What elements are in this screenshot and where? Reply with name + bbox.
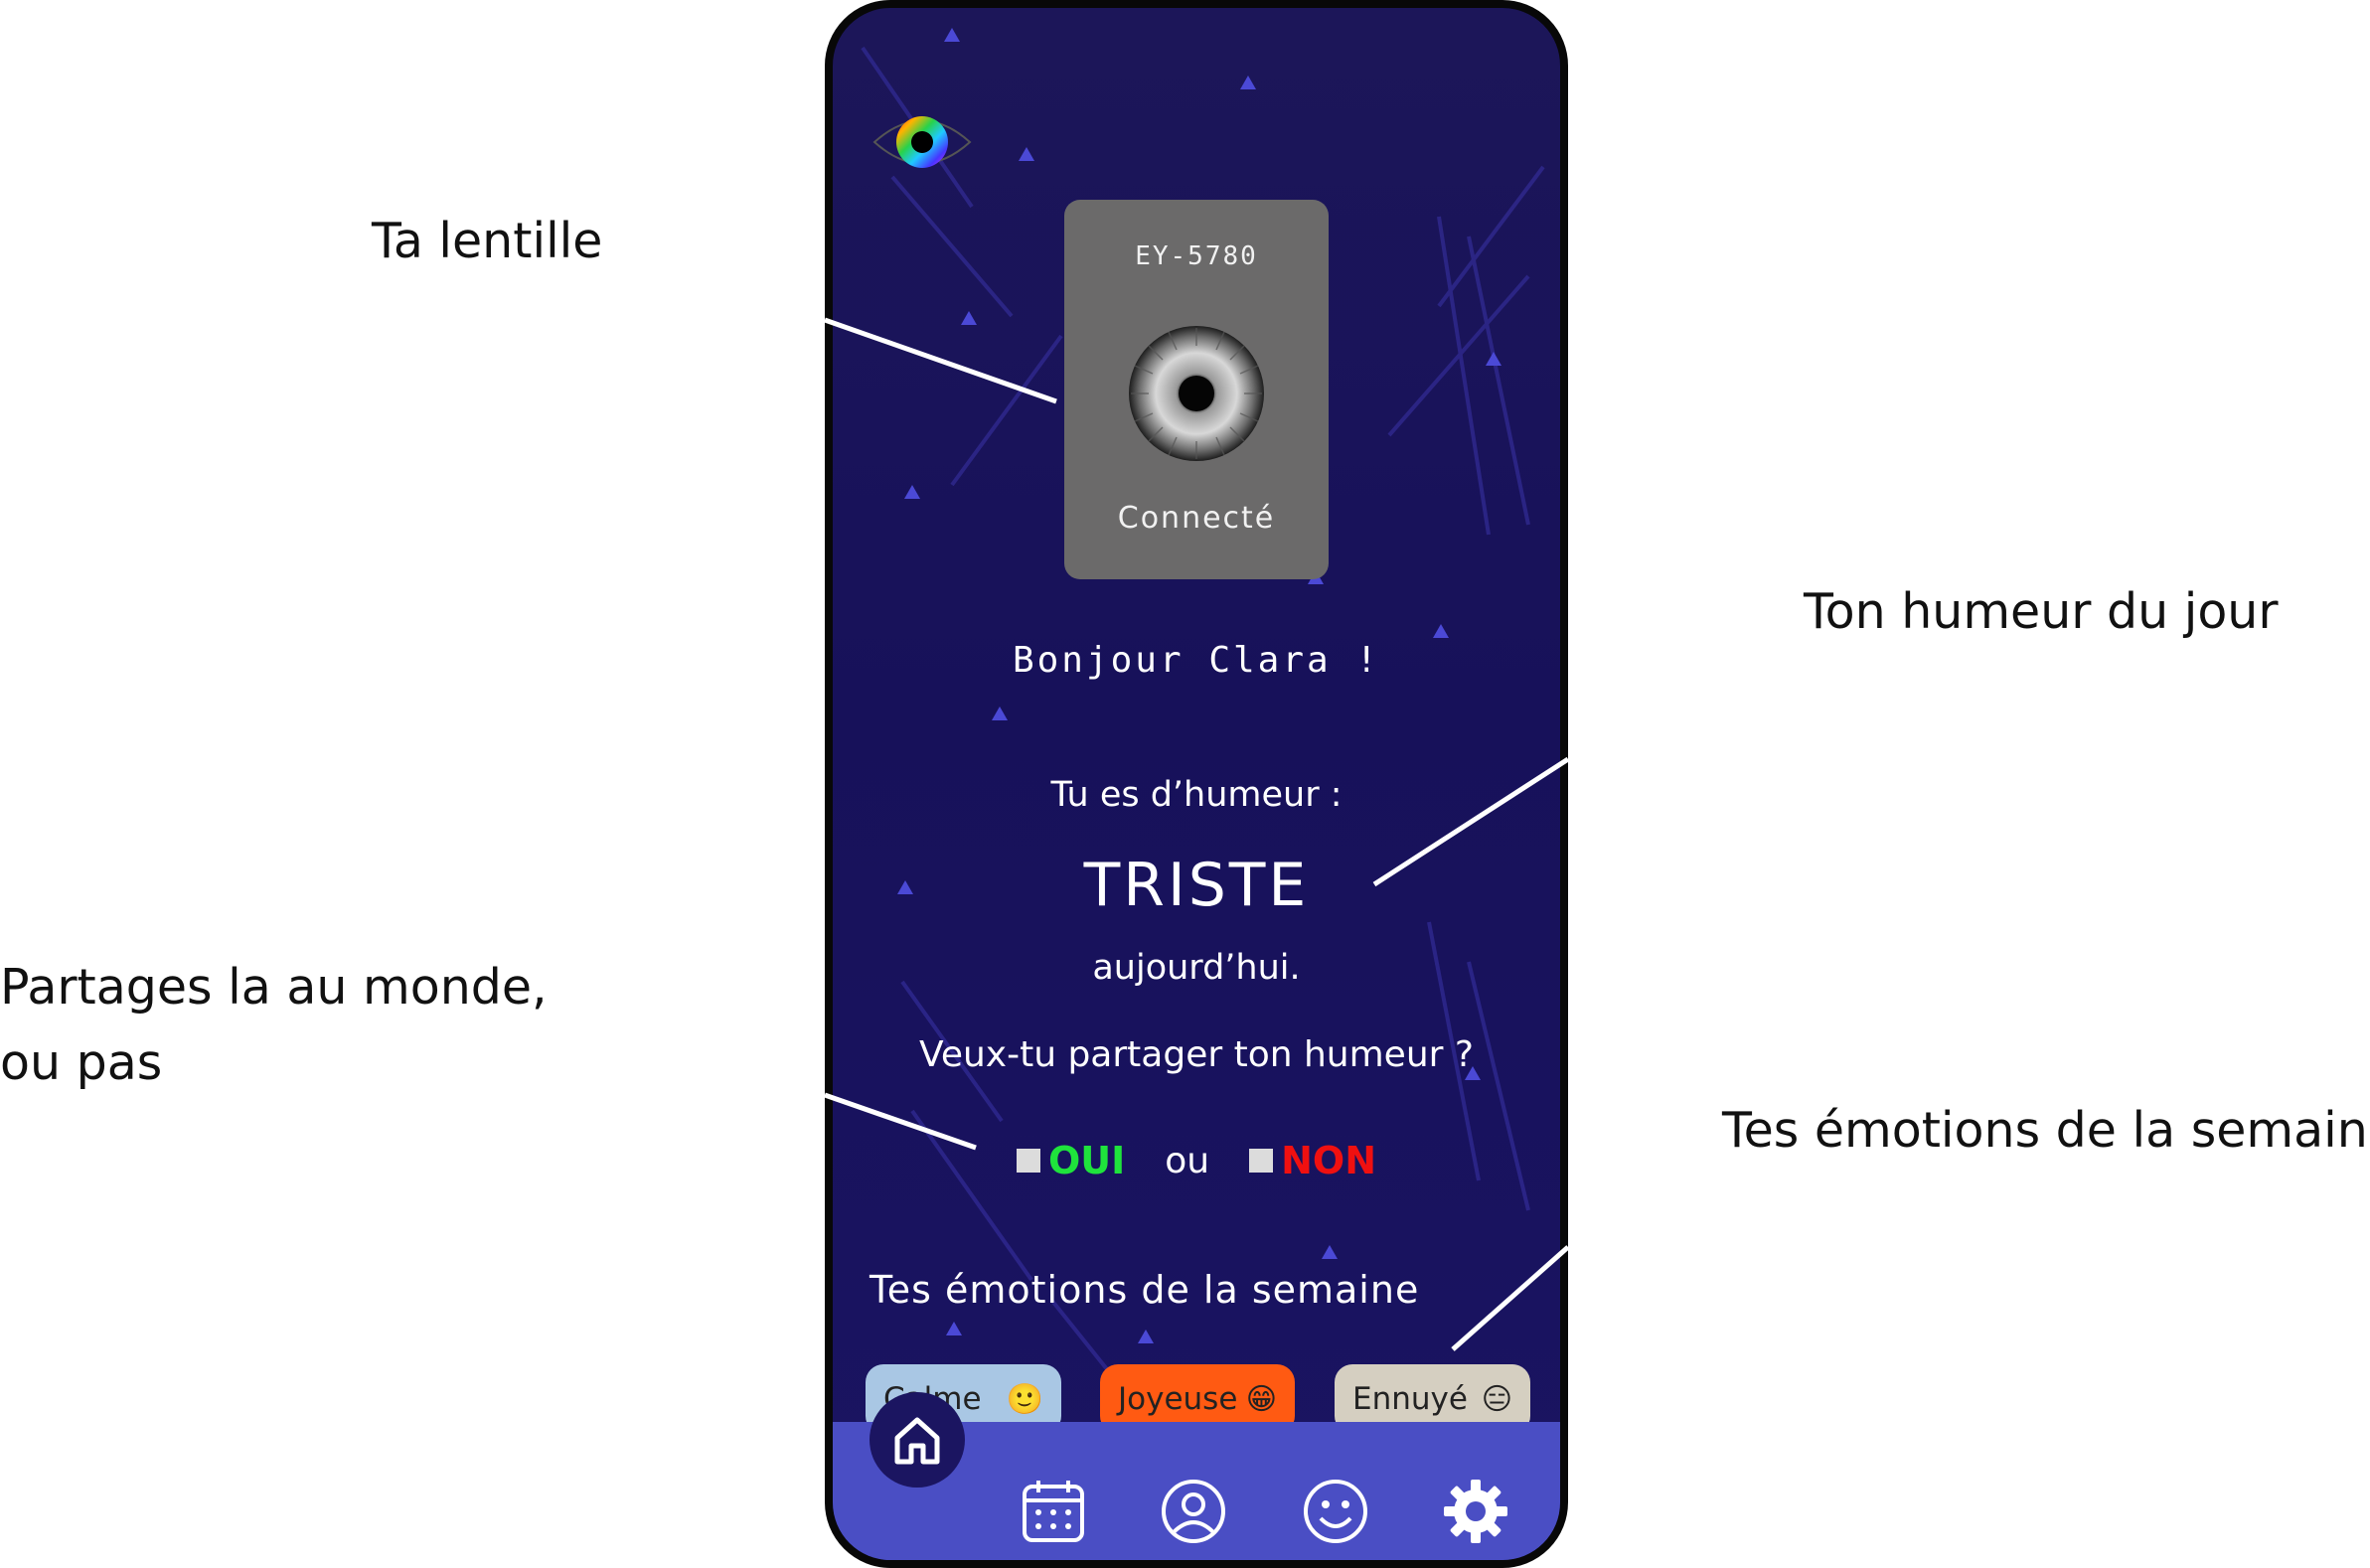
annotation-lens: Ta lentille xyxy=(372,213,603,269)
lens-card[interactable]: EY-5780 Connecté xyxy=(1064,200,1329,579)
mood-label: Tu es d’humeur : xyxy=(1050,775,1343,815)
annotation-share-line2: ou pas xyxy=(0,1034,163,1091)
grin-emoji-icon: 😁 xyxy=(1245,1381,1277,1417)
lens-id: EY-5780 xyxy=(1135,241,1258,271)
app-logo-eye-icon xyxy=(872,116,972,168)
annotation-share-line1: Partages la au monde, xyxy=(0,959,548,1016)
mood-value: TRISTE xyxy=(1083,851,1310,920)
annotation-week: Tes émotions de la semaine xyxy=(1722,1102,2370,1159)
calendar-icon[interactable] xyxy=(1019,1477,1088,1546)
emotion-label: Joyeuse xyxy=(1118,1381,1238,1417)
smile-emoji-icon: 🙂 xyxy=(1006,1381,1043,1417)
mood-suffix: aujourd’hui. xyxy=(1092,948,1301,988)
share-yes-option[interactable]: OUI xyxy=(1016,1139,1125,1182)
phone-screen: EY-5780 Connecté Bonjour Clara ! Tu es d… xyxy=(825,0,1568,1568)
settings-gear-icon[interactable] xyxy=(1441,1477,1510,1546)
emotion-label: Ennuyé xyxy=(1352,1381,1468,1417)
share-yes-label[interactable]: OUI xyxy=(1048,1139,1125,1182)
share-no-label[interactable]: NON xyxy=(1281,1139,1376,1182)
iris-icon xyxy=(1129,326,1264,461)
share-yes-checkbox[interactable] xyxy=(1016,1149,1040,1173)
nav-home-button[interactable] xyxy=(869,1392,965,1488)
lens-status: Connecté xyxy=(1117,501,1276,536)
share-question: Veux-tu partager ton humeur ? xyxy=(918,1034,1475,1075)
annotation-mood: Ton humeur du jour xyxy=(1804,583,2279,640)
share-options: OUI ou NON xyxy=(833,1137,1560,1184)
expressionless-emoji-icon: 😑 xyxy=(1481,1381,1512,1417)
share-no-option[interactable]: NON xyxy=(1249,1139,1376,1182)
greeting: Bonjour Clara ! xyxy=(1012,640,1381,681)
home-icon xyxy=(894,1417,940,1465)
share-or-label: ou xyxy=(1165,1140,1210,1181)
mood-smiley-icon[interactable] xyxy=(1301,1477,1370,1546)
share-no-checkbox[interactable] xyxy=(1249,1149,1274,1173)
week-emotions-title: Tes émotions de la semaine xyxy=(869,1268,1420,1312)
profile-icon[interactable] xyxy=(1159,1477,1228,1546)
